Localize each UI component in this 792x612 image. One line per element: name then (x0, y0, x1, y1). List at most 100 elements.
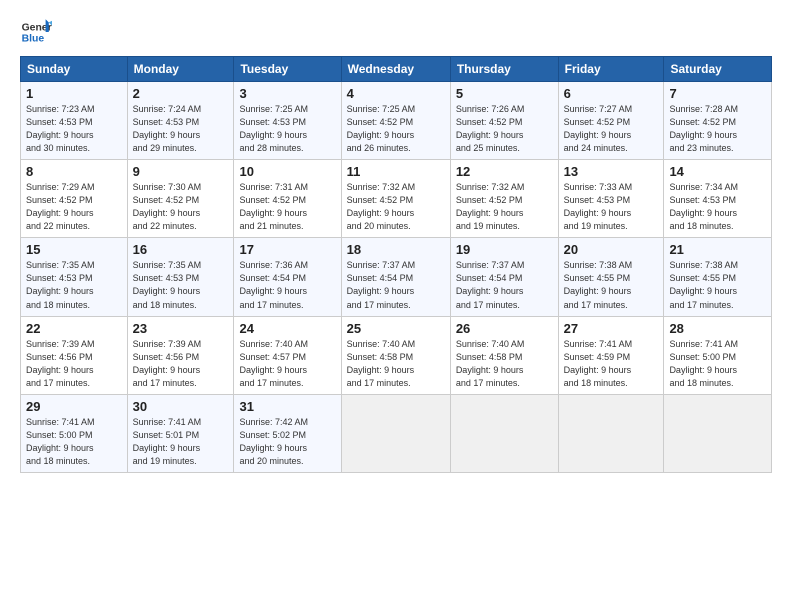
day-info: Sunrise: 7:25 AM Sunset: 4:52 PM Dayligh… (347, 103, 445, 155)
calendar-cell: 24 Sunrise: 7:40 AM Sunset: 4:57 PM Dayli… (234, 316, 341, 394)
day-number: 27 (564, 321, 659, 336)
calendar-cell: 18Sunrise: 7:37 AM Sunset: 4:54 PM Dayli… (341, 238, 450, 316)
day-info: Sunrise: 7:40 AM Sunset: 4:57 PM Dayligh… (239, 338, 335, 390)
day-info: Sunrise: 7:41 AM Sunset: 5:01 PM Dayligh… (133, 416, 229, 468)
day-number: 20 (564, 242, 659, 257)
calendar-cell: 2 Sunrise: 7:24 AM Sunset: 4:53 PM Daylig… (127, 82, 234, 160)
calendar-cell: 8 Sunrise: 7:29 AM Sunset: 4:52 PM Daylig… (21, 160, 128, 238)
weekday-header-row: SundayMondayTuesdayWednesdayThursdayFrid… (21, 57, 772, 82)
day-number: 26 (456, 321, 553, 336)
calendar-cell: 25Sunrise: 7:40 AM Sunset: 4:58 PM Dayli… (341, 316, 450, 394)
day-number: 6 (564, 86, 659, 101)
calendar-cell: 26 Sunrise: 7:40 AM Sunset: 4:58 PM Dayli… (450, 316, 558, 394)
calendar-cell: 10 Sunrise: 7:31 AM Sunset: 4:52 PM Dayli… (234, 160, 341, 238)
day-number: 11 (347, 164, 445, 179)
calendar-week-row: 29 Sunrise: 7:41 AM Sunset: 5:00 PM Dayli… (21, 394, 772, 472)
day-number: 21 (669, 242, 766, 257)
day-number: 16 (133, 242, 229, 257)
calendar-cell: 20 Sunrise: 7:38 AM Sunset: 4:55 PM Dayli… (558, 238, 664, 316)
day-info: Sunrise: 7:41 AM Sunset: 4:59 PM Dayligh… (564, 338, 659, 390)
calendar-cell: 30 Sunrise: 7:41 AM Sunset: 5:01 PM Dayli… (127, 394, 234, 472)
day-info: Sunrise: 7:41 AM Sunset: 5:00 PM Dayligh… (26, 416, 122, 468)
calendar-cell: 1Sunrise: 7:23 AM Sunset: 4:53 PM Daylig… (21, 82, 128, 160)
day-info: Sunrise: 7:25 AM Sunset: 4:53 PM Dayligh… (239, 103, 335, 155)
calendar-week-row: 8 Sunrise: 7:29 AM Sunset: 4:52 PM Daylig… (21, 160, 772, 238)
day-info: Sunrise: 7:34 AM Sunset: 4:53 PM Dayligh… (669, 181, 766, 233)
day-info: Sunrise: 7:38 AM Sunset: 4:55 PM Dayligh… (564, 259, 659, 311)
day-info: Sunrise: 7:38 AM Sunset: 4:55 PM Dayligh… (669, 259, 766, 311)
day-number: 9 (133, 164, 229, 179)
day-number: 7 (669, 86, 766, 101)
day-info: Sunrise: 7:31 AM Sunset: 4:52 PM Dayligh… (239, 181, 335, 233)
calendar-cell: 15Sunrise: 7:35 AM Sunset: 4:53 PM Dayli… (21, 238, 128, 316)
day-info: Sunrise: 7:29 AM Sunset: 4:52 PM Dayligh… (26, 181, 122, 233)
page: General Blue SundayMondayTuesdayWednesda… (0, 0, 792, 612)
day-number: 22 (26, 321, 122, 336)
day-number: 8 (26, 164, 122, 179)
calendar-cell: 11 Sunrise: 7:32 AM Sunset: 4:52 PM Dayli… (341, 160, 450, 238)
calendar-cell: 4 Sunrise: 7:25 AM Sunset: 4:52 PM Daylig… (341, 82, 450, 160)
day-number: 18 (347, 242, 445, 257)
day-info: Sunrise: 7:39 AM Sunset: 4:56 PM Dayligh… (133, 338, 229, 390)
day-number: 15 (26, 242, 122, 257)
calendar-cell: 31 Sunrise: 7:42 AM Sunset: 5:02 PM Dayli… (234, 394, 341, 472)
day-number: 23 (133, 321, 229, 336)
day-info: Sunrise: 7:24 AM Sunset: 4:53 PM Dayligh… (133, 103, 229, 155)
day-number: 4 (347, 86, 445, 101)
svg-text:Blue: Blue (22, 34, 45, 45)
day-number: 12 (456, 164, 553, 179)
day-number: 29 (26, 399, 122, 414)
day-number: 31 (239, 399, 335, 414)
day-number: 17 (239, 242, 335, 257)
calendar-week-row: 22 Sunrise: 7:39 AM Sunset: 4:56 PM Dayli… (21, 316, 772, 394)
day-number: 2 (133, 86, 229, 101)
calendar-cell: 29 Sunrise: 7:41 AM Sunset: 5:00 PM Dayli… (21, 394, 128, 472)
calendar-cell: 3Sunrise: 7:25 AM Sunset: 4:53 PM Daylig… (234, 82, 341, 160)
day-info: Sunrise: 7:42 AM Sunset: 5:02 PM Dayligh… (239, 416, 335, 468)
day-number: 13 (564, 164, 659, 179)
day-number: 24 (239, 321, 335, 336)
calendar-cell: 23 Sunrise: 7:39 AM Sunset: 4:56 PM Dayli… (127, 316, 234, 394)
day-number: 14 (669, 164, 766, 179)
calendar-cell: 19Sunrise: 7:37 AM Sunset: 4:54 PM Dayli… (450, 238, 558, 316)
day-info: Sunrise: 7:27 AM Sunset: 4:52 PM Dayligh… (564, 103, 659, 155)
day-number: 19 (456, 242, 553, 257)
day-info: Sunrise: 7:41 AM Sunset: 5:00 PM Dayligh… (669, 338, 766, 390)
day-number: 10 (239, 164, 335, 179)
logo: General Blue (20, 16, 56, 48)
day-info: Sunrise: 7:32 AM Sunset: 4:52 PM Dayligh… (347, 181, 445, 233)
calendar-cell (341, 394, 450, 472)
day-number: 1 (26, 86, 122, 101)
weekday-header-friday: Friday (558, 57, 664, 82)
day-info: Sunrise: 7:35 AM Sunset: 4:53 PM Dayligh… (133, 259, 229, 311)
day-info: Sunrise: 7:30 AM Sunset: 4:52 PM Dayligh… (133, 181, 229, 233)
header: General Blue (20, 16, 772, 48)
calendar-cell: 21 Sunrise: 7:38 AM Sunset: 4:55 PM Dayli… (664, 238, 772, 316)
weekday-header-tuesday: Tuesday (234, 57, 341, 82)
weekday-header-wednesday: Wednesday (341, 57, 450, 82)
calendar-cell (558, 394, 664, 472)
day-info: Sunrise: 7:39 AM Sunset: 4:56 PM Dayligh… (26, 338, 122, 390)
calendar-week-row: 1Sunrise: 7:23 AM Sunset: 4:53 PM Daylig… (21, 82, 772, 160)
calendar-cell: 14 Sunrise: 7:34 AM Sunset: 4:53 PM Dayli… (664, 160, 772, 238)
weekday-header-saturday: Saturday (664, 57, 772, 82)
calendar-body: 1Sunrise: 7:23 AM Sunset: 4:53 PM Daylig… (21, 82, 772, 473)
day-info: Sunrise: 7:40 AM Sunset: 4:58 PM Dayligh… (456, 338, 553, 390)
weekday-header-thursday: Thursday (450, 57, 558, 82)
calendar-cell: 22 Sunrise: 7:39 AM Sunset: 4:56 PM Dayli… (21, 316, 128, 394)
calendar-cell: 7Sunrise: 7:28 AM Sunset: 4:52 PM Daylig… (664, 82, 772, 160)
day-number: 25 (347, 321, 445, 336)
day-info: Sunrise: 7:26 AM Sunset: 4:52 PM Dayligh… (456, 103, 553, 155)
weekday-header-sunday: Sunday (21, 57, 128, 82)
calendar-cell: 27 Sunrise: 7:41 AM Sunset: 4:59 PM Dayli… (558, 316, 664, 394)
calendar-cell: 13Sunrise: 7:33 AM Sunset: 4:53 PM Dayli… (558, 160, 664, 238)
calendar-cell: 5 Sunrise: 7:26 AM Sunset: 4:52 PM Daylig… (450, 82, 558, 160)
calendar-cell: 9 Sunrise: 7:30 AM Sunset: 4:52 PM Daylig… (127, 160, 234, 238)
calendar-cell (450, 394, 558, 472)
day-number: 5 (456, 86, 553, 101)
calendar-week-row: 15 Sunrise: 7:35 AM Sunset: 4:53 PM Dayli… (21, 238, 772, 316)
day-number: 30 (133, 399, 229, 414)
weekday-header-monday: Monday (127, 57, 234, 82)
calendar-cell: 16 Sunrise: 7:35 AM Sunset: 4:53 PM Dayli… (127, 238, 234, 316)
calendar-cell: 12Sunrise: 7:32 AM Sunset: 4:52 PM Dayli… (450, 160, 558, 238)
